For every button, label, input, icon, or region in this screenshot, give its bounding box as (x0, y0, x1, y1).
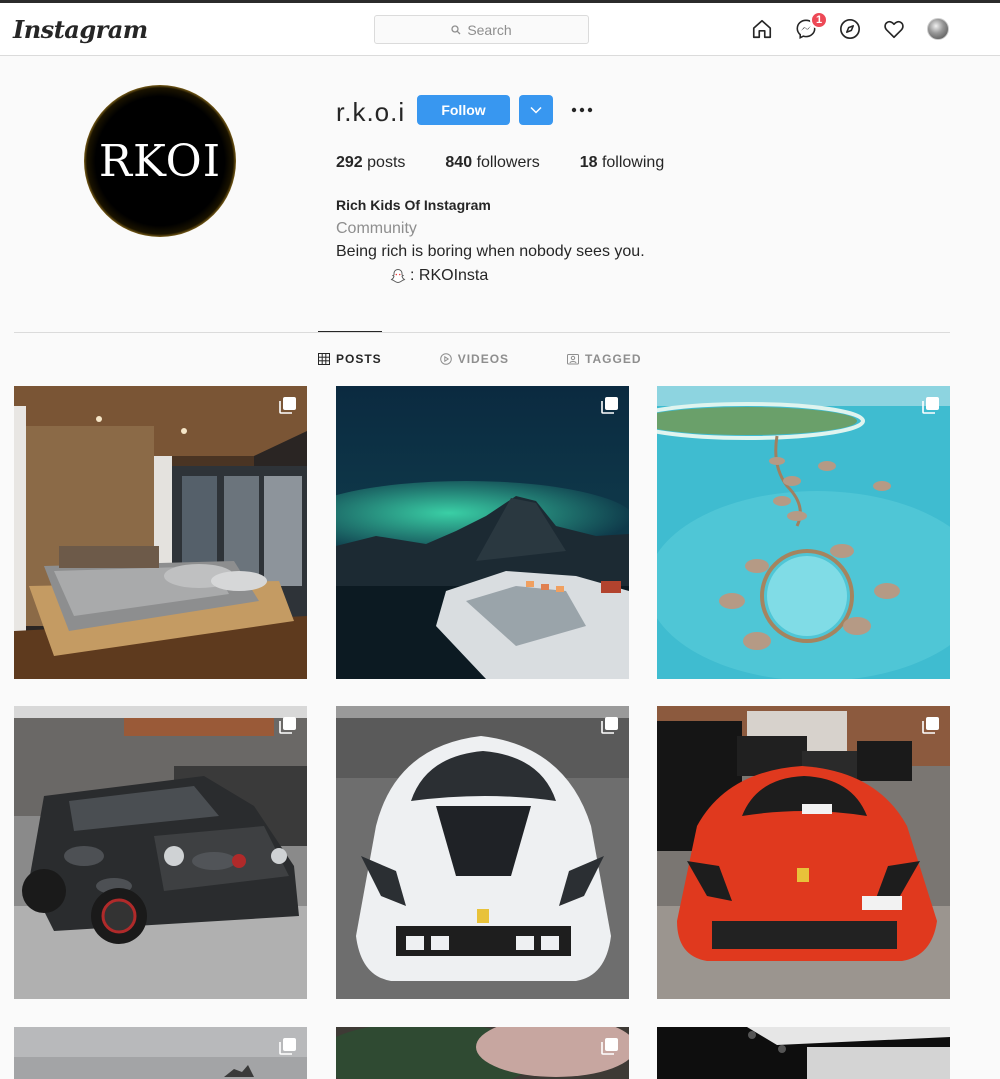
post-image-partial-3 (657, 1027, 950, 1079)
post-image-maldives-resort (657, 386, 950, 679)
search-input[interactable]: Search (374, 15, 589, 44)
profile-username: r.k.o.i (336, 97, 406, 127)
tab-videos-label: VIDEOS (457, 352, 510, 366)
followers-count: 840 (445, 154, 473, 171)
post-image-bedroom (14, 386, 307, 679)
video-icon (439, 353, 452, 365)
search-icon (451, 24, 461, 34)
tab-posts-label: POSTS (336, 352, 382, 366)
post-tile[interactable] (14, 1027, 307, 1079)
multiple-posts-icon (601, 397, 618, 414)
multiple-posts-icon (601, 717, 618, 734)
post-image-camo-g-wagon (14, 706, 307, 999)
activity-heart-icon[interactable] (882, 17, 906, 41)
profile-tabs: POSTS VIDEOS TAGGED (318, 352, 702, 366)
tagged-icon (567, 354, 580, 365)
post-tile[interactable] (657, 1027, 950, 1079)
post-tile[interactable] (14, 386, 307, 679)
followers-stat[interactable]: 840 followers (445, 154, 539, 172)
tab-videos[interactable]: VIDEOS (439, 352, 510, 366)
post-image-aurora-mountain (336, 386, 629, 679)
post-image-partial-2 (336, 1027, 629, 1079)
following-stat[interactable]: 18 following (580, 154, 665, 172)
post-tile[interactable] (657, 386, 950, 679)
bio-full-name: Rich Kids Of Instagram (336, 197, 491, 213)
grid-icon (318, 353, 330, 365)
profile-picture[interactable]: RKOI (84, 85, 236, 237)
search-placeholder: Search (467, 21, 512, 38)
followers-label: followers (476, 154, 540, 171)
multiple-posts-icon (601, 1038, 618, 1055)
post-tile[interactable] (336, 386, 629, 679)
home-icon[interactable] (750, 17, 774, 41)
post-image-partial-1 (14, 1027, 307, 1079)
post-tile[interactable] (336, 706, 629, 999)
bio-category: Community (336, 220, 417, 237)
instagram-logo[interactable]: Instagram (13, 15, 148, 44)
following-count: 18 (579, 154, 598, 171)
explore-icon[interactable] (838, 17, 862, 41)
tab-tagged-label: TAGGED (585, 352, 642, 366)
profile-picture-text: RKOI (98, 135, 222, 187)
multiple-posts-icon (279, 397, 296, 414)
tab-posts[interactable]: POSTS (318, 352, 382, 366)
profile-stats: 292 posts 840 followers 18 following (336, 154, 704, 172)
notification-badge: 1 (810, 11, 828, 29)
multiple-posts-icon (279, 717, 296, 734)
tab-tagged[interactable]: TAGGED (567, 352, 641, 366)
bio-text: Being rich is boring when nobody sees yo… (336, 243, 645, 260)
post-tile[interactable] (336, 1027, 629, 1079)
posts-label: posts (367, 154, 406, 171)
multiple-posts-icon (279, 1038, 296, 1055)
posts-stat: 292 posts (336, 154, 405, 172)
posts-count: 292 (336, 154, 363, 171)
post-image-red-ferrari (657, 706, 950, 999)
multiple-posts-icon (922, 717, 939, 734)
active-tab-indicator (318, 331, 382, 332)
follow-button[interactable]: Follow (417, 95, 510, 125)
post-tile[interactable] (14, 706, 307, 999)
top-nav: Instagram Search 1 (0, 3, 1000, 56)
snapchat-handle: : RKOInsta (410, 267, 489, 284)
snapchat-ghost-icon (390, 269, 406, 283)
tabs-divider (14, 332, 950, 333)
more-options-icon[interactable] (570, 100, 594, 120)
suggested-accounts-button[interactable] (519, 95, 553, 125)
profile-avatar[interactable] (926, 17, 950, 41)
post-image-white-ferrari (336, 706, 629, 999)
messenger-icon[interactable]: 1 (794, 11, 828, 41)
bio-snapchat: : RKOInsta (390, 267, 488, 285)
following-label: following (601, 154, 665, 171)
multiple-posts-icon (922, 397, 939, 414)
chevron-down-icon (530, 106, 542, 114)
post-tile[interactable] (657, 706, 950, 999)
